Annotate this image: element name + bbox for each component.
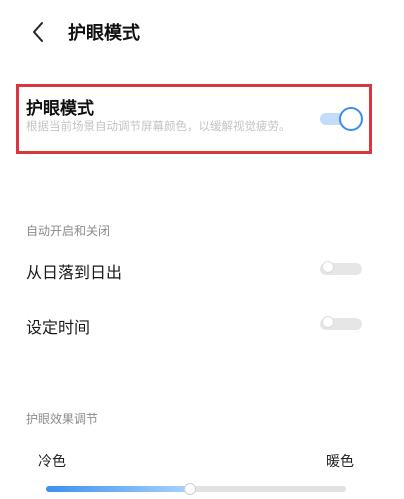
effect-section-label: 护眼效果调节 (26, 412, 99, 426)
sunset-to-sunrise-toggle[interactable] (320, 258, 362, 278)
page-title: 护眼模式 (68, 23, 140, 44)
back-button[interactable] (24, 18, 52, 46)
eye-mode-toggle[interactable] (320, 107, 363, 131)
set-time-toggle[interactable] (320, 313, 362, 333)
chevron-left-icon (33, 22, 43, 42)
set-time-label: 设定时间 (26, 318, 91, 337)
eye-mode-description: 根据当前场景自动调节屏幕颜色，以缓解视觉疲劳。 (26, 119, 291, 133)
toggle-knob (322, 316, 334, 328)
eye-mode-title: 护眼模式 (26, 99, 94, 119)
effect-slider-fill (46, 486, 190, 492)
effect-slider-thumb[interactable] (184, 483, 196, 495)
effect-slider-track[interactable] (46, 486, 346, 492)
auto-section-label: 自动开启和关闭 (26, 224, 111, 238)
header-bar: 护眼模式 (0, 0, 404, 64)
warm-color-label: 暖色 (326, 454, 354, 470)
toggle-knob (322, 261, 334, 273)
sunset-to-sunrise-label: 从日落到日出 (26, 263, 123, 282)
cool-color-label: 冷色 (38, 454, 66, 470)
toggle-knob (339, 107, 363, 131)
